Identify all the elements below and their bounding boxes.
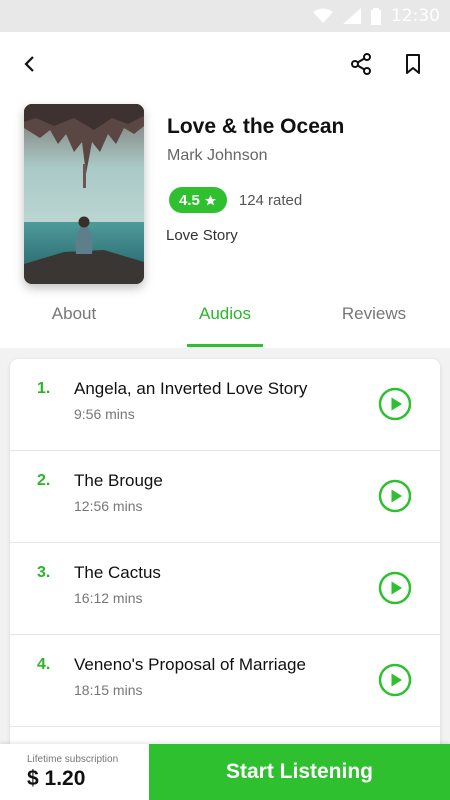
rating-row: 4.5 124 rated [169, 187, 302, 213]
active-tab-indicator [187, 344, 263, 347]
book-title: Love & the Ocean [167, 115, 345, 138]
share-button[interactable] [345, 48, 377, 80]
battery-icon [371, 7, 381, 25]
tab-bar: About Audios Reviews [0, 304, 450, 348]
track-duration: 16:12 mins [74, 590, 143, 606]
star-icon [204, 194, 216, 205]
track-number: 3. [37, 564, 51, 581]
start-listening-button[interactable]: Start Listening [149, 744, 450, 800]
status-time: 12:30 [391, 6, 440, 26]
track-number: 1. [37, 380, 51, 397]
track-title: Veneno's Proposal of Marriage [74, 655, 306, 674]
bookmark-icon [406, 54, 420, 74]
rated-count: 124 rated [238, 191, 303, 209]
track-row[interactable]: 2. The Brouge 12:56 mins [10, 451, 440, 543]
track-title: The Cactus [74, 563, 161, 582]
track-duration: 18:15 mins [74, 682, 143, 698]
purchase-bar: Lifetime subscription $ 1.20 Start Liste… [0, 744, 450, 800]
book-author: Mark Johnson [167, 147, 268, 164]
book-genre: Love Story [166, 227, 238, 244]
play-circle-icon[interactable] [378, 387, 412, 421]
wifi-icon [313, 8, 333, 23]
tab-about[interactable]: About [24, 304, 124, 348]
top-app-bar [0, 48, 450, 80]
signal-icon [343, 8, 361, 24]
book-cover [24, 104, 144, 284]
track-duration: 12:56 mins [74, 498, 143, 514]
back-button[interactable] [14, 48, 46, 80]
tab-reviews[interactable]: Reviews [324, 304, 424, 348]
status-bar: 12:30 [0, 0, 450, 32]
track-number: 4. [37, 656, 51, 673]
track-row[interactable]: 3. The Cactus 16:12 mins [10, 543, 440, 635]
tab-audios[interactable]: Audios [187, 304, 263, 348]
track-row[interactable]: 1. Angela, an Inverted Love Story 9:56 m… [10, 359, 440, 451]
track-duration: 9:56 mins [74, 406, 135, 422]
track-title: The Brouge [74, 471, 163, 490]
track-row[interactable]: 4. Veneno's Proposal of Marriage 18:15 m… [10, 635, 440, 727]
bookmark-button[interactable] [397, 48, 429, 80]
track-title: Angela, an Inverted Love Story [74, 379, 308, 398]
track-number: 2. [37, 472, 51, 489]
chevron-left-icon [24, 56, 34, 72]
play-circle-icon[interactable] [378, 571, 412, 605]
price: $ 1.20 [27, 767, 86, 790]
share-icon [351, 53, 371, 75]
audio-track-list: 1. Angela, an Inverted Love Story 9:56 m… [10, 359, 440, 759]
subscription-label: Lifetime subscription [27, 754, 119, 765]
rating-badge: 4.5 [169, 187, 227, 213]
play-circle-icon[interactable] [378, 663, 412, 697]
play-circle-icon[interactable] [378, 479, 412, 513]
book-header: Love & the Ocean Mark Johnson 4.5 124 ra… [0, 32, 450, 348]
rating-value: 4.5 [179, 191, 200, 209]
